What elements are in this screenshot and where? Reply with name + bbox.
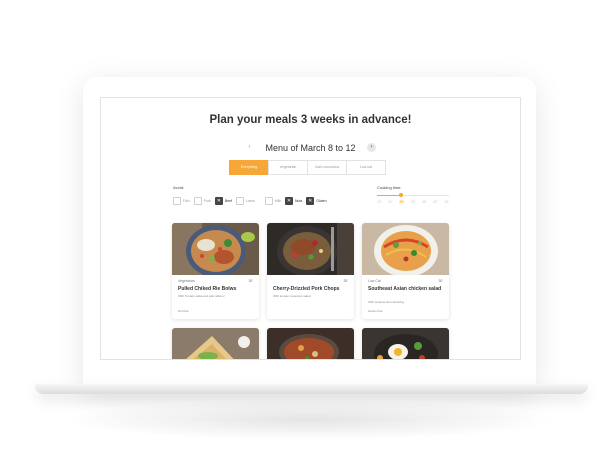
tick-label: 15'	[377, 200, 382, 204]
checkbox-label: Fish	[183, 199, 190, 203]
avoid-beef-checkbox[interactable]: ✕ Beef	[214, 197, 233, 205]
tick-label: 30'	[410, 200, 416, 204]
recipe-photo	[172, 328, 259, 359]
laptop-shadow	[60, 400, 560, 440]
avoid-lamb-checkbox[interactable]: Lamb	[236, 197, 255, 205]
check-icon[interactable]: ✕	[285, 197, 294, 205]
tick-label: 40'	[433, 200, 438, 204]
recipe-description: With sesame-lime dressing	[368, 300, 405, 304]
tick-label: 20'	[388, 200, 393, 204]
avoid-gluten-checkbox[interactable]: ✕ Gluten	[306, 197, 327, 205]
avoid-filters: Fish Pork ✕ Beef Lamb Milk ✕ Nuts ✕ Glut…	[173, 197, 331, 205]
avoid-nuts-checkbox[interactable]: ✕ Nuts	[285, 197, 302, 205]
checkbox-box[interactable]	[236, 197, 245, 205]
avoid-milk-checkbox[interactable]: Milk	[264, 197, 282, 205]
recipe-photo	[172, 223, 259, 275]
recipe-name: Pulled Chiked Rie Bolws	[178, 286, 237, 292]
tab-carb-conscious[interactable]: Carb-conscious	[307, 160, 347, 175]
recipe-photo	[267, 328, 354, 359]
recipe-description: With Tomato salsa and pak relleno!	[178, 294, 225, 298]
avoid-fish-checkbox[interactable]: Fish	[173, 197, 190, 205]
recipe-tag: Low Cal	[368, 279, 381, 283]
check-icon[interactable]: ✕	[306, 197, 315, 205]
slider-ticks: 15' 20' 25' 30' 35' 40' 45'	[377, 200, 449, 204]
avoid-pork-checkbox[interactable]: Pork	[193, 197, 211, 205]
tab-low-cal[interactable]: Low-cal	[346, 160, 386, 175]
checkbox-label: Milk	[274, 199, 282, 203]
tab-vegetarian[interactable]: Vegetarian	[268, 160, 308, 175]
recipe-card[interactable]	[362, 328, 449, 359]
slider-fill	[377, 195, 401, 196]
checkbox-label: Nuts	[295, 199, 303, 203]
checkbox-box[interactable]	[264, 197, 273, 205]
chevron-left-icon[interactable]: ‹	[245, 143, 254, 152]
checkbox-box[interactable]	[193, 197, 202, 205]
checkbox-box[interactable]	[173, 197, 181, 205]
slider-handle[interactable]	[399, 193, 403, 197]
page-title: Plan your meals 3 weeks in advance!	[209, 114, 412, 126]
recipe-time: 35'	[343, 279, 348, 283]
checkbox-label: Lamb	[246, 199, 255, 203]
recipe-photo	[362, 223, 449, 275]
recipe-photo	[362, 328, 449, 359]
checkbox-label: Beef	[224, 199, 233, 203]
cooking-time-label: Cooking time:	[377, 185, 402, 190]
tick-label: 25'	[399, 200, 405, 204]
recipe-note: Gluten free	[368, 309, 383, 313]
recipe-photo	[267, 223, 354, 275]
tick-label: 45'	[444, 200, 449, 204]
recipe-time: 30'	[248, 279, 253, 283]
recipe-card[interactable]	[172, 328, 259, 359]
recipe-card[interactable]: Vegetarian 30' Pulled Chiked Rie Bolws W…	[172, 223, 259, 319]
checkbox-label: Gluten	[316, 199, 327, 203]
chevron-right-icon[interactable]: ›	[367, 143, 377, 153]
checkbox-label: Pork	[203, 199, 211, 203]
laptop-base	[35, 384, 588, 394]
avoid-label: Avoid:	[173, 185, 185, 190]
recipe-tag: Vegetarian	[178, 279, 195, 283]
tab-everything[interactable]: Everything	[229, 160, 269, 175]
tick-label: 35'	[421, 200, 427, 204]
week-navigator: ‹ Menu of March 8 to 12 ›	[101, 142, 520, 153]
check-icon[interactable]: ✕	[214, 197, 223, 205]
recipe-card[interactable]: Low Cal 30' Southeast Asian chicken sala…	[362, 223, 449, 319]
recipe-card[interactable]	[267, 328, 354, 359]
diet-tabs: Everything Vegetarian Carb-conscious Low…	[229, 160, 386, 175]
recipe-name: Southeast Asian chicken salad	[368, 286, 442, 292]
recipe-card[interactable]: 35' Cherry-Drizzled Pork Chops With toma…	[267, 223, 354, 319]
recipe-note: Nut free	[178, 309, 189, 313]
recipe-name: Cherry-Drizzled Pork Chops	[273, 286, 340, 292]
recipe-description: With tomato couscous salad	[273, 294, 311, 298]
app-screen: Plan your meals 3 weeks in advance! ‹ Me…	[100, 97, 521, 360]
week-label: Menu of March 8 to 12	[265, 142, 356, 153]
recipe-time: 30'	[438, 279, 443, 283]
